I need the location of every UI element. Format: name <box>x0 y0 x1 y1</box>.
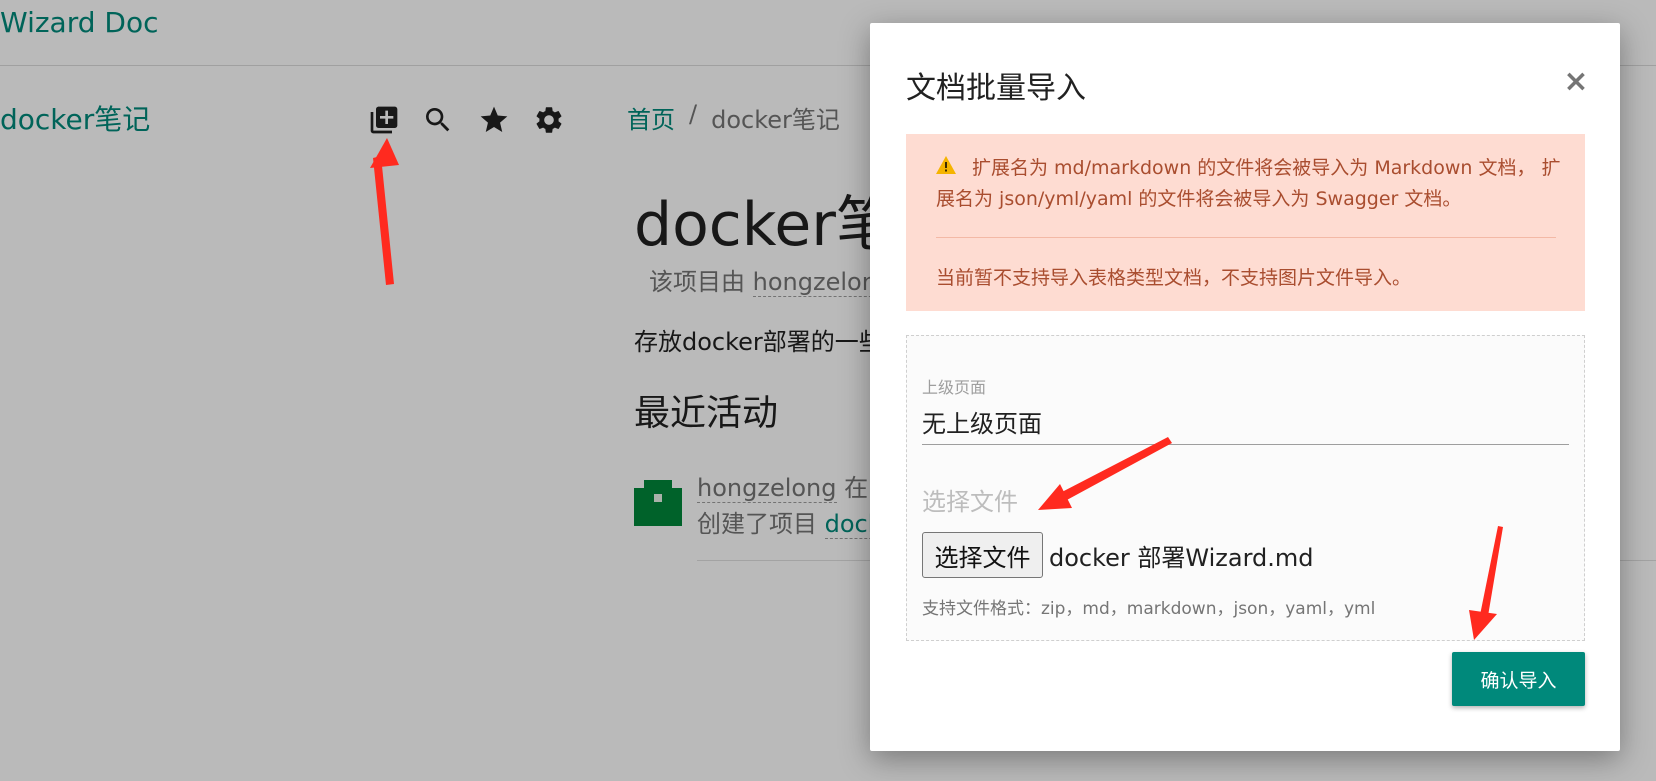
choose-file-button[interactable]: 选择文件 <box>922 532 1043 578</box>
alert-divider <box>936 237 1556 238</box>
batch-import-dialog: 文档批量导入 × 扩展名为 md/markdown 的文件将会被导入为 Mark… <box>870 23 1620 751</box>
file-format-help: 支持文件格式：zip，md，markdown，json，yaml，yml <box>922 599 1376 619</box>
alert-text-unsupported: 当前暂不支持导入表格类型文档，不支持图片文件导入。 <box>936 267 1412 289</box>
parent-page-field[interactable] <box>922 399 1569 445</box>
warning-alert: 扩展名为 md/markdown 的文件将会被导入为 Markdown 文档， … <box>906 134 1585 311</box>
warning-icon <box>936 153 956 184</box>
selected-file-name: docker 部署Wizard.md <box>1049 544 1314 572</box>
confirm-import-button[interactable]: 确认导入 <box>1452 652 1585 706</box>
close-icon[interactable]: × <box>1558 63 1594 99</box>
alert-text-formats: 扩展名为 md/markdown 的文件将会被导入为 Markdown 文档， … <box>936 157 1561 210</box>
dialog-title: 文档批量导入 <box>906 71 1086 106</box>
file-field-label: 选择文件 <box>922 488 1018 516</box>
import-form: 上级页面 选择文件 选择文件 docker 部署Wizard.md 支持文件格式… <box>906 335 1585 641</box>
parent-page-label: 上级页面 <box>922 378 987 397</box>
